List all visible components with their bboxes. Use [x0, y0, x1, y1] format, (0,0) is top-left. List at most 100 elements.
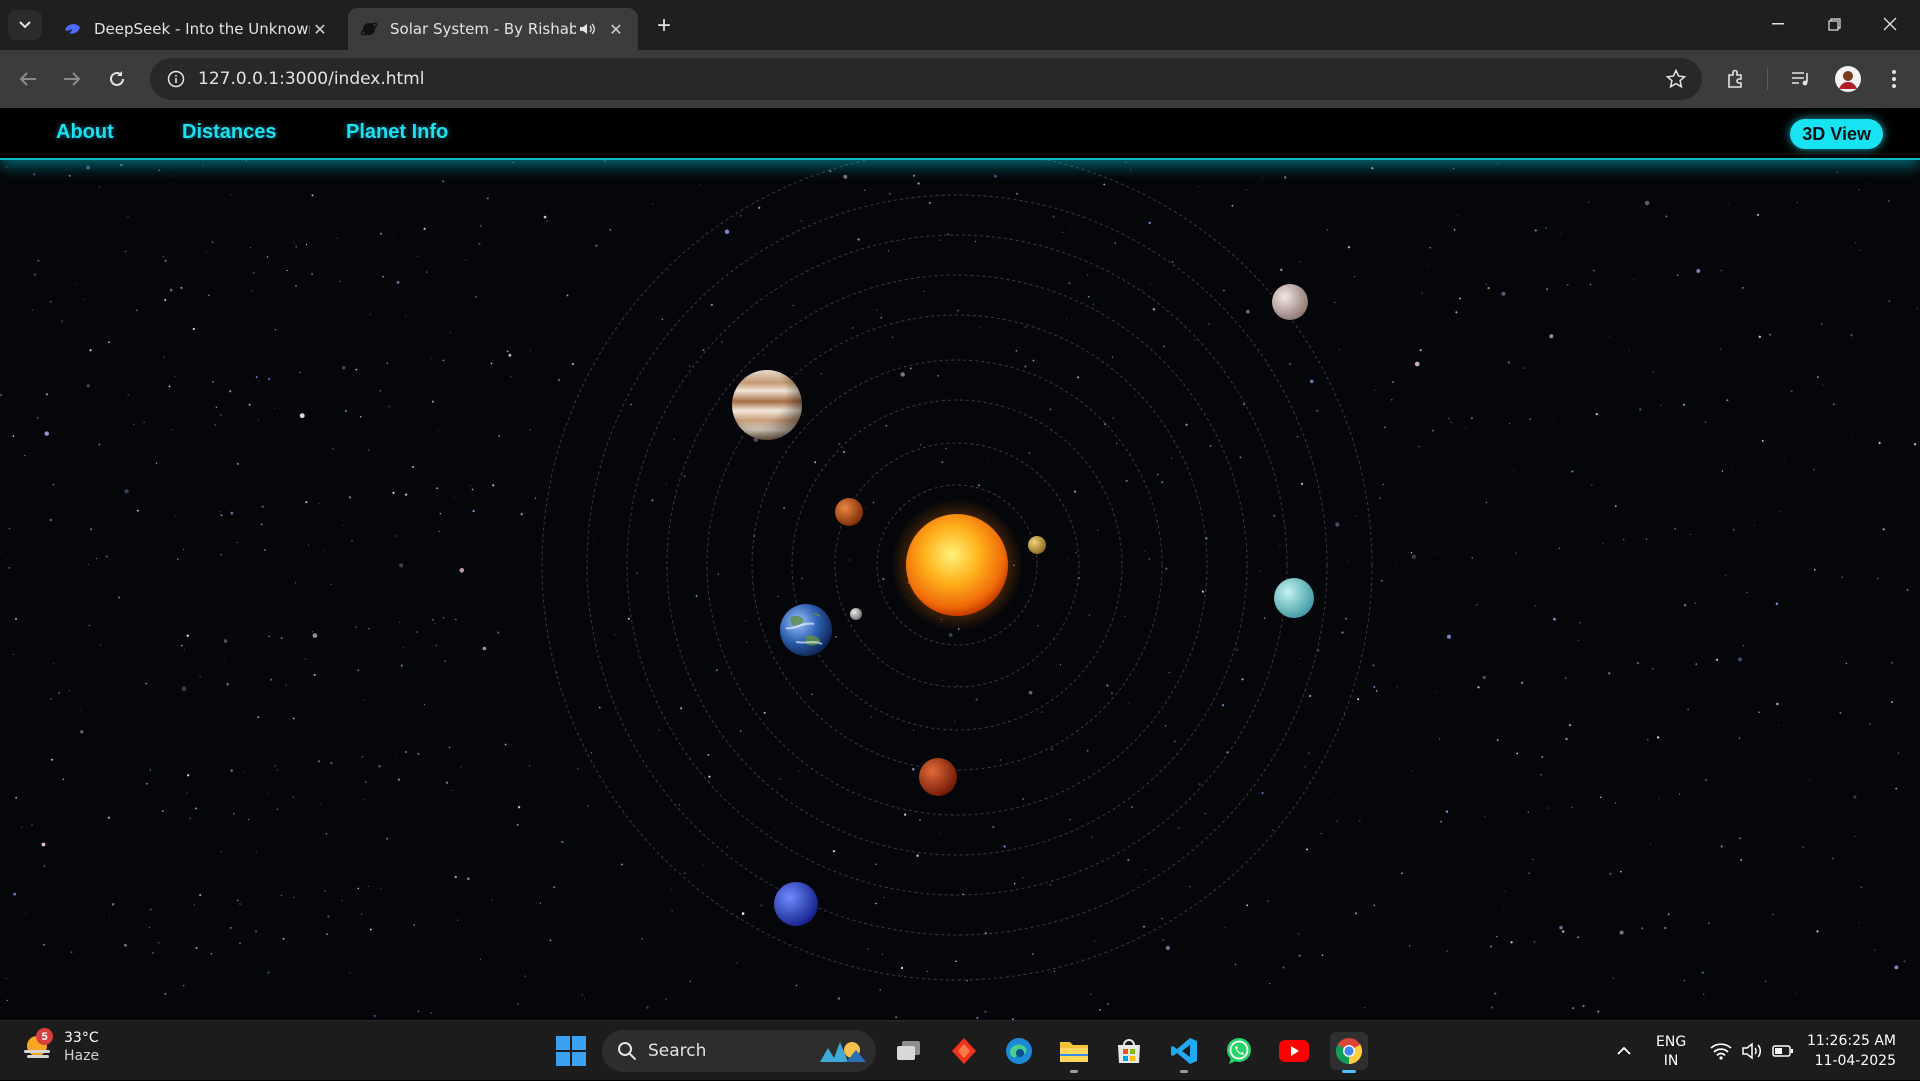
- planet-earth[interactable]: [780, 604, 832, 656]
- extensions-icon[interactable]: [1722, 65, 1750, 93]
- vscode-icon[interactable]: [1165, 1032, 1203, 1073]
- star: [161, 810, 164, 812]
- star: [1070, 225, 1072, 227]
- planet-neptune[interactable]: [774, 882, 818, 926]
- star: [875, 902, 877, 905]
- star: [1577, 936, 1580, 939]
- planet-venus[interactable]: [835, 498, 863, 526]
- sun[interactable]: [906, 514, 1008, 616]
- star: [176, 558, 179, 561]
- star: [15, 796, 18, 799]
- moon[interactable]: [850, 608, 862, 620]
- new-tab-button[interactable]: +: [650, 12, 678, 40]
- star: [763, 354, 765, 356]
- battery-icon[interactable]: [1772, 1021, 1794, 1081]
- tab-search-button[interactable]: [8, 10, 42, 40]
- windows-start-icon[interactable]: [556, 1036, 586, 1066]
- tab-solar-system[interactable]: Solar System - By Rishabh ✕: [348, 8, 638, 50]
- task-view-icon[interactable]: [890, 1032, 928, 1070]
- address-bar[interactable]: 127.0.0.1:3000/index.html: [150, 58, 1702, 100]
- close-tab-icon[interactable]: ✕: [310, 19, 330, 39]
- star: [1614, 802, 1616, 804]
- close-tab-icon[interactable]: ✕: [606, 19, 626, 39]
- weather-widget[interactable]: 5 33°C Haze: [22, 1028, 99, 1065]
- star: [1720, 348, 1722, 350]
- star: [1440, 820, 1442, 823]
- speaker-icon[interactable]: [576, 22, 598, 36]
- media-controls-icon[interactable]: [1787, 65, 1815, 93]
- star: [684, 872, 686, 875]
- star: [1549, 334, 1554, 339]
- language-indicator[interactable]: ENG IN: [1656, 1033, 1686, 1071]
- planet-saturn[interactable]: [1272, 284, 1308, 320]
- 3d-view-button[interactable]: 3D View: [1790, 119, 1883, 149]
- star: [1738, 737, 1741, 739]
- close-window-icon[interactable]: [1862, 0, 1918, 48]
- minimize-icon[interactable]: [1750, 0, 1806, 48]
- profile-avatar[interactable]: [1834, 65, 1862, 93]
- star: [1284, 176, 1287, 179]
- star: [1704, 421, 1707, 423]
- back-button[interactable]: [12, 63, 44, 95]
- wifi-icon[interactable]: [1710, 1021, 1732, 1081]
- star: [325, 833, 328, 835]
- brave-app-icon[interactable]: [945, 1032, 983, 1070]
- star: [912, 174, 916, 177]
- star: [360, 913, 363, 915]
- star: [1024, 326, 1027, 329]
- star: [1776, 702, 1779, 706]
- star: [86, 384, 90, 388]
- star: [1704, 778, 1708, 782]
- star: [492, 484, 495, 487]
- planet-jupiter[interactable]: [732, 370, 802, 440]
- star: [12, 653, 15, 655]
- star: [1794, 992, 1797, 994]
- whatsapp-icon[interactable]: [1220, 1032, 1258, 1070]
- planet-uranus[interactable]: [1274, 578, 1314, 618]
- star: [1501, 291, 1506, 296]
- star: [1419, 349, 1422, 352]
- star: [1308, 752, 1310, 754]
- planet-mars[interactable]: [919, 758, 957, 796]
- nav-planet-info-link[interactable]: Planet Info: [346, 121, 448, 144]
- star: [1300, 482, 1304, 485]
- file-explorer-icon[interactable]: [1055, 1032, 1093, 1073]
- youtube-icon[interactable]: [1275, 1032, 1313, 1070]
- star: [364, 781, 367, 783]
- star: [1484, 816, 1486, 818]
- planet-mercury[interactable]: [1028, 536, 1046, 554]
- star: [311, 273, 313, 275]
- reload-button[interactable]: [101, 63, 133, 95]
- nav-about-link[interactable]: About: [56, 121, 114, 144]
- url-text[interactable]: 127.0.0.1:3000/index.html: [198, 69, 424, 89]
- nav-distances-link[interactable]: Distances: [182, 121, 277, 144]
- star: [471, 488, 474, 491]
- system-clock[interactable]: 11:26:25 AM 11-04-2025: [1807, 1031, 1896, 1071]
- star: [118, 596, 121, 599]
- chrome-menu-icon[interactable]: [1880, 65, 1908, 93]
- star: [413, 924, 416, 926]
- chrome-icon[interactable]: [1330, 1032, 1368, 1073]
- star: [1694, 602, 1697, 605]
- forward-button[interactable]: [56, 63, 88, 95]
- star: [1335, 522, 1340, 527]
- site-info-icon[interactable]: [156, 59, 196, 99]
- star: [609, 229, 611, 231]
- star: [1028, 690, 1033, 695]
- edge-icon[interactable]: [1000, 1032, 1038, 1070]
- taskbar-search[interactable]: Search: [602, 1030, 876, 1072]
- star: [1128, 702, 1130, 704]
- star: [1272, 829, 1274, 831]
- star: [1534, 229, 1537, 232]
- star: [1411, 770, 1413, 772]
- star: [6, 166, 8, 168]
- tab-deepseek[interactable]: DeepSeek - Into the Unknown ✕: [52, 8, 342, 50]
- microsoft-store-icon[interactable]: [1110, 1032, 1148, 1070]
- star: [876, 309, 878, 311]
- restore-icon[interactable]: [1806, 0, 1862, 48]
- bookmark-star-icon[interactable]: [1664, 67, 1688, 91]
- star: [127, 394, 129, 396]
- volume-icon[interactable]: [1742, 1021, 1764, 1081]
- show-hidden-icons-chevron-up-icon[interactable]: [1616, 1021, 1632, 1081]
- star: [993, 174, 997, 178]
